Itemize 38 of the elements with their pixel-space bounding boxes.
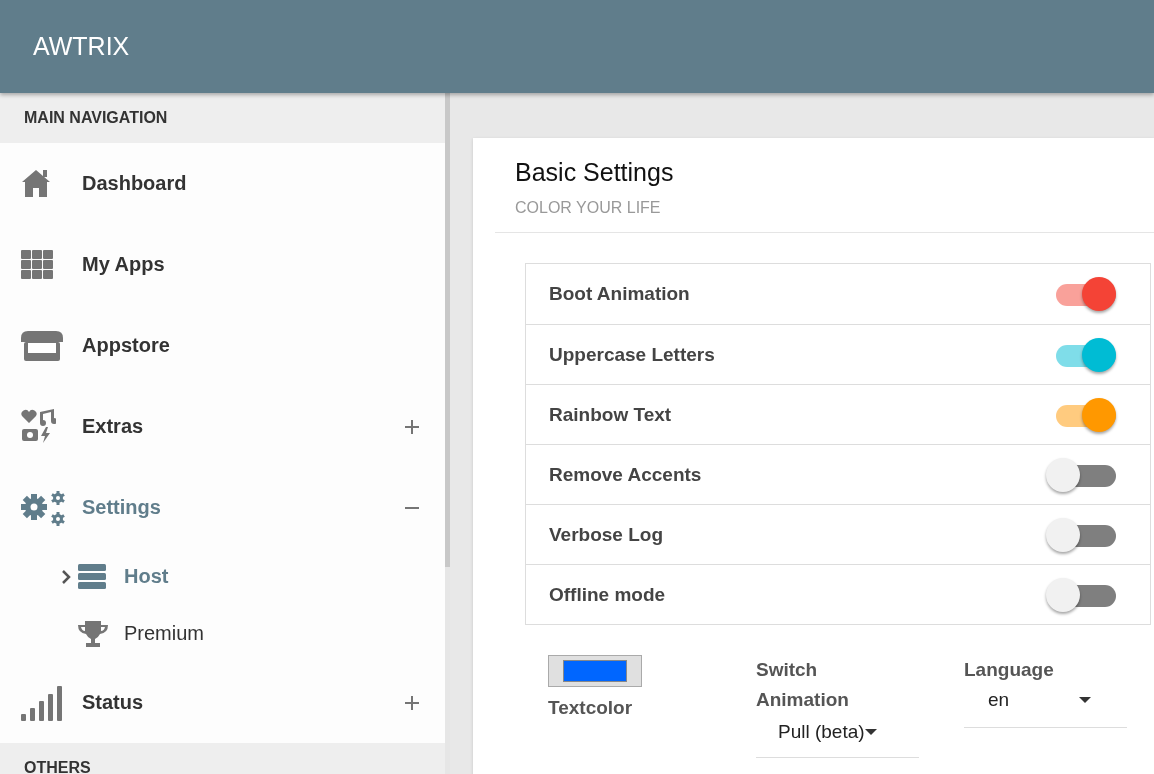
toggle-switch[interactable] xyxy=(1046,576,1116,613)
field-label: Language xyxy=(964,658,1055,682)
sidebar-item[interactable]: Status xyxy=(0,662,445,743)
setting-label: Rainbow Text xyxy=(549,403,672,426)
animation-dropdown[interactable]: Pull (beta) xyxy=(756,715,919,758)
sidebar-subitem[interactable]: Premium xyxy=(0,605,445,662)
section-title: MAIN NAVIGATION xyxy=(24,109,168,127)
setting-label: Remove Accents xyxy=(549,463,702,486)
field-label: Switch Animation xyxy=(756,658,850,712)
trophy-icon xyxy=(78,620,108,647)
sidebar-item[interactable]: My Apps xyxy=(0,224,445,305)
sidebar-subitem[interactable]: Host xyxy=(0,548,445,605)
card-subtitle: COLOR YOUR LIFE xyxy=(514,198,662,217)
server-icon xyxy=(78,563,108,590)
setting-label: Offline mode xyxy=(549,583,666,606)
storefront-icon xyxy=(20,329,64,362)
plus-icon[interactable] xyxy=(405,695,419,710)
sidebar-item[interactable]: Settings xyxy=(0,467,445,548)
section-title: OTHERS xyxy=(24,759,91,774)
toggle-switch[interactable] xyxy=(1046,516,1116,553)
language-dropdown[interactable]: en xyxy=(964,685,1127,728)
setting-label: Boot Animation xyxy=(549,283,690,305)
app-title: AWTRIX xyxy=(33,32,130,61)
media-icons xyxy=(20,408,56,445)
card-title: Basic Settings xyxy=(514,158,675,187)
sidebar-item[interactable]: Dashboard xyxy=(0,143,445,224)
setting-label: Verbose Log xyxy=(549,523,664,546)
color-picker[interactable] xyxy=(548,655,642,687)
gears-icon xyxy=(20,488,66,527)
setting-label: Uppercase Letters xyxy=(549,343,715,366)
sidebar-item[interactable]: Extras xyxy=(0,386,445,467)
field-label: Textcolor xyxy=(548,696,633,720)
sidebar-item[interactable]: Appstore xyxy=(0,305,445,386)
signal-bars-icon xyxy=(20,683,63,722)
toggle-switch[interactable] xyxy=(1046,456,1116,493)
plus-icon[interactable] xyxy=(405,419,419,434)
scrollbar[interactable] xyxy=(445,93,450,567)
chevron-icon xyxy=(62,569,71,584)
